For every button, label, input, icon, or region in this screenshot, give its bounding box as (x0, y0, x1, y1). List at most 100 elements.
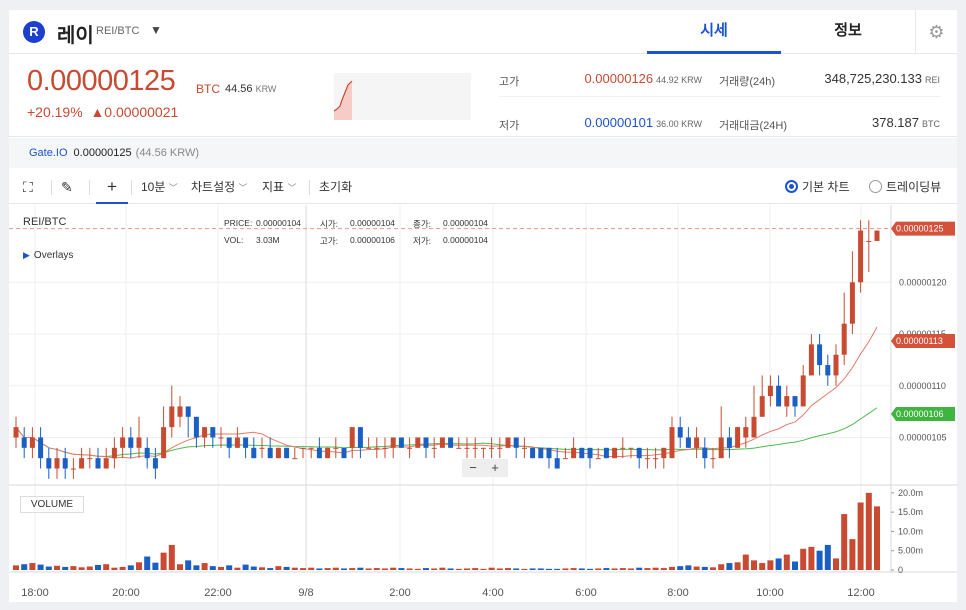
tab-price[interactable]: 시세 (647, 10, 781, 54)
volume-bar (546, 568, 552, 570)
candle-body (833, 354, 839, 376)
legend-high: 0.00000106 (350, 235, 395, 245)
candle-body (456, 447, 462, 449)
candle-body (858, 230, 864, 283)
legend-open-label: 시가: (320, 219, 339, 229)
volume-bar (177, 564, 183, 570)
gear-icon[interactable]: ⚙ (915, 10, 957, 54)
candle-body (480, 447, 486, 449)
candle-body (653, 458, 659, 460)
toolbar-divider (51, 180, 52, 195)
chevron-down-icon: ﹀ (287, 183, 297, 193)
candle-body (144, 447, 150, 459)
volume-bar (767, 560, 774, 570)
reset-button[interactable]: 초기화 (319, 170, 352, 204)
candle-body (54, 458, 60, 469)
candle-body (374, 447, 380, 449)
volume-bar (529, 568, 536, 570)
volume-bar (603, 568, 610, 570)
candle-body (120, 437, 126, 448)
volume-bar (185, 560, 192, 570)
candle-body (111, 447, 117, 459)
volume-bar (537, 568, 544, 570)
candle-body (423, 437, 429, 448)
time-tick-label: 10:00 (756, 587, 784, 599)
interval-select[interactable]: 10분 ﹀ (141, 170, 178, 204)
candle-body (103, 458, 109, 469)
chart-symbol: REI/BTC (23, 216, 67, 228)
candle-body (792, 396, 798, 407)
krw-unit: KRW (255, 84, 277, 94)
volume-bar (373, 568, 380, 570)
chart-settings-label: 차트설정 (191, 180, 236, 194)
basic-chart-radio[interactable]: 기본 차트 (785, 170, 850, 204)
moving-average-short (15, 326, 878, 459)
zoom-in-button[interactable]: + (484, 459, 506, 477)
legend-low: 0.00000104 (443, 235, 488, 245)
volume-value: 348,725,230.133 REI (799, 71, 940, 86)
crosshair-icon[interactable]: + (96, 170, 128, 204)
volume-bar (242, 564, 249, 570)
price-summary: 0.00000125 BTC 44.56 KRW +20.19% ▲0.0000… (9, 55, 957, 137)
legend-vol-label: VOL: (224, 235, 244, 245)
radio-selected-icon (785, 180, 798, 193)
candle-body (841, 323, 847, 355)
low-label: 저가 (499, 120, 520, 132)
volume-bar (783, 554, 790, 570)
interval-label: 10분 (141, 180, 166, 194)
exchange-name[interactable]: Gate.IO (29, 147, 68, 159)
indicators-menu[interactable]: 지표 ﹀ (262, 170, 296, 204)
change-amount: ▲0.00000021 (90, 104, 179, 120)
candle-body (685, 437, 691, 448)
tradingview-radio[interactable]: 트레이딩뷰 (869, 170, 941, 204)
candle-body (218, 437, 224, 439)
volume-bar (488, 567, 495, 570)
coin-name: 레이 (57, 25, 94, 47)
volume-bar (439, 567, 446, 570)
volume-bar (619, 568, 626, 570)
volume-bar (398, 568, 405, 570)
tab-info[interactable]: 정보 (781, 10, 915, 54)
candle-body (62, 458, 68, 469)
overlays-toggle[interactable]: ▶ Overlays (23, 250, 73, 261)
volume-bar (275, 566, 282, 570)
krw-value: 44.56 (225, 83, 253, 95)
candle-body (439, 437, 445, 448)
candle-body (521, 447, 527, 449)
fullscreen-icon[interactable]: ⛶ (23, 170, 33, 204)
legend-price-label: PRICE: (224, 218, 253, 228)
time-tick-label: 12:00 (847, 587, 875, 599)
volume-bar (259, 567, 265, 570)
volume-bar (636, 567, 643, 570)
candle-body (735, 427, 741, 448)
pencil-icon[interactable]: ✎ (61, 170, 73, 204)
volume-tick-label: 20.0m (898, 488, 923, 498)
candle-body (29, 437, 35, 448)
candle-body (603, 447, 609, 459)
candle-body (800, 375, 806, 407)
chevron-down-icon[interactable]: ▼ (150, 23, 162, 37)
candle-body (497, 447, 503, 449)
triangle-right-icon: ▶ (23, 250, 30, 260)
volume-bar (103, 564, 110, 570)
candle-body (333, 447, 339, 449)
candle-body (751, 416, 757, 438)
candle-body (710, 458, 716, 460)
candle-body (161, 427, 167, 459)
volume-bar (742, 554, 749, 570)
volume-bar (808, 546, 815, 570)
volume-bar (677, 566, 684, 570)
candle-body (571, 447, 577, 459)
candle-body (95, 458, 101, 469)
candlestick-chart-svg[interactable]: 0.000001200.000001150.000001100.00000105… (9, 205, 957, 602)
volume-bar (472, 568, 479, 570)
price-chart[interactable]: 0.000001200.000001150.000001100.00000105… (9, 205, 957, 602)
chart-settings-menu[interactable]: 차트설정 ﹀ (191, 170, 248, 204)
candle-body (628, 447, 634, 449)
volume-bar (595, 568, 602, 570)
candle-body (152, 458, 158, 469)
candle-body (308, 447, 314, 449)
volume-bar (193, 565, 200, 570)
low-price: 0.00000101 (584, 115, 654, 130)
zoom-out-button[interactable]: − (462, 459, 484, 477)
